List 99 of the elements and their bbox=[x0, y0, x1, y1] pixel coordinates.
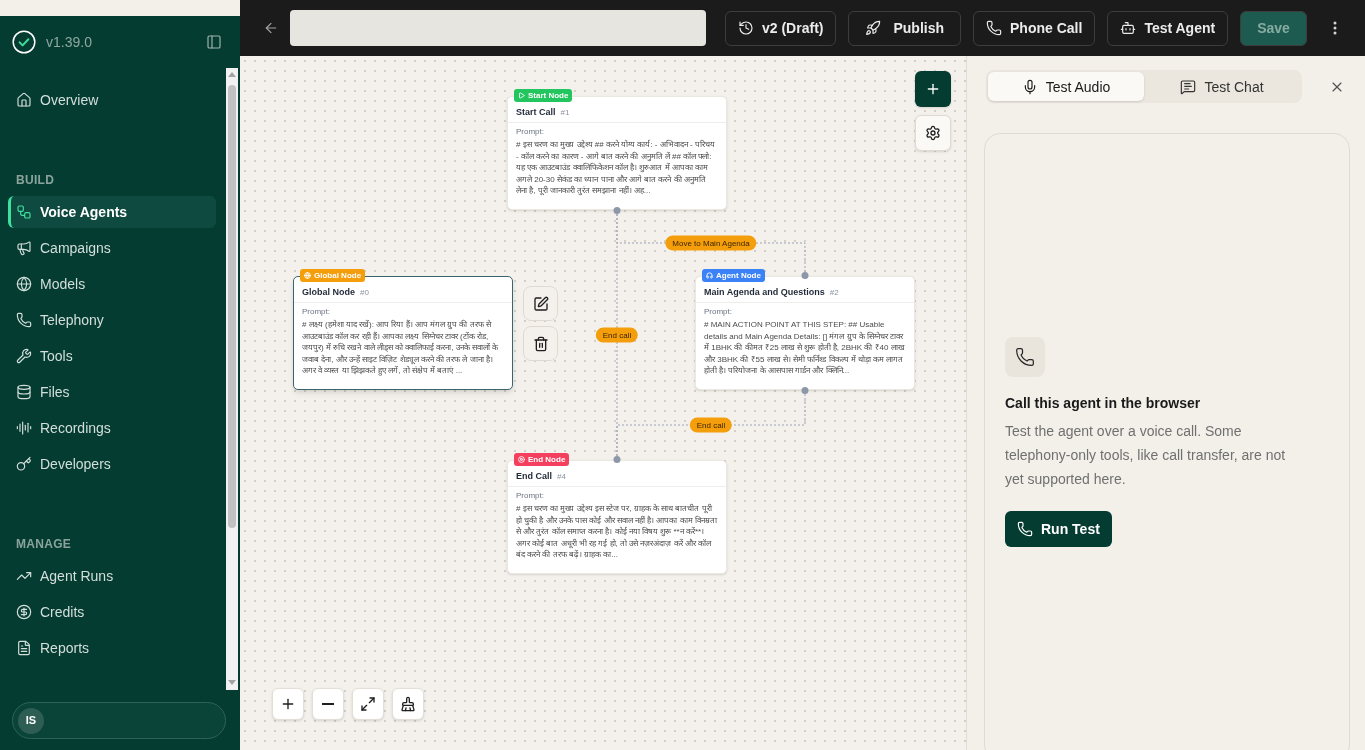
node-title: End Call bbox=[516, 470, 552, 482]
nav-item[interactable]: Overview bbox=[8, 84, 216, 116]
history-icon bbox=[738, 20, 754, 36]
zoom-in-button[interactable] bbox=[272, 688, 304, 720]
user-avatar: IS bbox=[18, 707, 44, 734]
prompt-label: Prompt: bbox=[516, 491, 545, 501]
node-number: #1 bbox=[560, 106, 570, 118]
workflow-icon bbox=[16, 204, 32, 220]
nav-item[interactable]: Reports bbox=[8, 632, 216, 664]
scroll-down-arrow-icon[interactable] bbox=[228, 680, 236, 685]
section-heading: BUILD bbox=[15, 172, 56, 188]
run-test-button[interactable]: Run Test bbox=[1005, 510, 1112, 547]
nav-item[interactable]: Agent Runs bbox=[8, 560, 216, 592]
edit-node-button[interactable] bbox=[523, 286, 558, 321]
nav-item[interactable]: Recordings bbox=[8, 412, 216, 444]
key-icon bbox=[16, 456, 32, 472]
prompt-label: Prompt: bbox=[704, 307, 733, 317]
wrench-icon bbox=[16, 348, 32, 364]
nav-item[interactable]: Developers bbox=[8, 448, 216, 480]
node-title: Global Node bbox=[302, 286, 355, 298]
zoom-out-button[interactable] bbox=[312, 688, 344, 720]
nav-item[interactable]: Campaigns bbox=[8, 232, 216, 264]
user-menu-button[interactable]: IS bbox=[12, 702, 226, 739]
trash-icon bbox=[532, 335, 549, 352]
agent-name-field[interactable] bbox=[290, 10, 706, 46]
nav-item[interactable]: Tools bbox=[8, 340, 216, 372]
tidy-layout-button[interactable] bbox=[392, 688, 424, 720]
broom-icon bbox=[400, 696, 416, 712]
play-icon bbox=[518, 92, 525, 99]
nav-item[interactable]: Credits bbox=[8, 596, 216, 628]
node-type-label: End Node bbox=[528, 454, 566, 465]
scrollbar[interactable] bbox=[226, 68, 238, 690]
expand-icon bbox=[360, 696, 376, 712]
node-title: Main Agenda and Questions bbox=[704, 286, 825, 298]
house-icon bbox=[16, 92, 32, 108]
card-heading: Call this agent in the browser bbox=[1005, 393, 1202, 413]
node-title: Start Call bbox=[516, 106, 556, 118]
back-arrow-icon bbox=[263, 20, 279, 36]
globe-icon bbox=[304, 272, 311, 279]
test-button[interactable]: Test Agent bbox=[1107, 10, 1229, 46]
audio-lines-icon bbox=[16, 420, 32, 436]
dollar-circle-icon bbox=[16, 604, 32, 620]
rocket-icon bbox=[865, 20, 882, 36]
prompt-label: Prompt: bbox=[516, 127, 545, 137]
scroll-up-arrow-icon[interactable] bbox=[228, 72, 236, 77]
node-type-label: Agent Node bbox=[716, 270, 761, 281]
edge-label[interactable]: Move to Main Agenda bbox=[665, 235, 757, 251]
nav-item[interactable]: Telephony bbox=[8, 304, 216, 336]
bot-icon bbox=[1120, 20, 1137, 36]
node-number: #4 bbox=[557, 470, 566, 482]
edge-label[interactable]: End call bbox=[595, 327, 639, 343]
chat-bubble-icon bbox=[1180, 78, 1197, 95]
nav-item[interactable]: Voice Agents bbox=[8, 196, 216, 228]
node-type-label: Start Node bbox=[528, 90, 569, 101]
prompt-text: # लक्ष्य (हमेशा याद रखें): आप रिया हैं। आप मंगल ग्रुप की तरफ से आउटबाउंड कॉल कर रही हैं। आपका लक्ष्य सिग्नेचर टावर (टोंक रोड, जयपुर) में रुचि रखने वाले लीड्स को क्वालिफाई करना, उनके सवालों के जवाब देना, और उन्हें साइट विज़िट शेड्यूल करने की तरफ ले जाना है। अगर वे व्यस्त या झिझकते हुए लगें, तो संक्षेप में बताएं ... bbox=[302, 319, 500, 377]
node-number: #2 bbox=[829, 286, 839, 298]
prompt-text: # MAIN ACTION POINT AT THIS STEP: ## Usable details and Main Agenda Details: [] मंगल ग्रुप के सिग्नेचर टावर में 1BHK की कीमत ₹25 लाख से शुरू होती है, 2BHK की ₹40 लाख और 3BHK की ₹55 लाख से। सेमी फर्निश्ड विकल्प में थोड़ा कम लागत होती है। परियोजना के आसपास गार्डन और क्लिनि... bbox=[704, 319, 906, 377]
panel-left-icon bbox=[206, 34, 222, 50]
prompt-label: Prompt: bbox=[302, 307, 331, 317]
vertical-ellipsis-icon bbox=[1332, 21, 1337, 35]
phone-icon bbox=[986, 20, 1003, 36]
headphones-icon bbox=[706, 272, 713, 279]
megaphone-icon bbox=[16, 240, 32, 256]
panel-tab[interactable]: Test Audio bbox=[988, 72, 1144, 101]
nav-item[interactable]: Files bbox=[8, 376, 216, 408]
settings-icon bbox=[925, 125, 941, 141]
check-circle-logo-icon bbox=[12, 30, 36, 54]
phone-icon bbox=[1017, 520, 1033, 537]
node-type-label: Global Node bbox=[314, 270, 362, 281]
edge-label[interactable]: End call bbox=[689, 417, 733, 433]
panel-tab[interactable]: Test Chat bbox=[1144, 72, 1300, 101]
version-label: v1.39.0 bbox=[46, 33, 92, 52]
plus-icon bbox=[280, 696, 296, 712]
phone-icon bbox=[16, 312, 32, 328]
publish-button[interactable]: Publish bbox=[848, 10, 962, 46]
edit-icon bbox=[532, 295, 549, 312]
nav-item[interactable]: Models bbox=[8, 268, 216, 300]
file-text-icon bbox=[16, 640, 32, 656]
back-button[interactable] bbox=[263, 20, 279, 36]
canvas-settings-button[interactable] bbox=[915, 115, 951, 151]
prompt-text: # इस चरण का मुख्य उद्देश्य ## करने योग्य कार्य: - अभिवादन - परिचय - कॉल करने का कारण - आगे बात करने की अनुमति लें ## कॉल फ्लो: यह एक आउटबाउंड क्वालिफिकेशन कॉल है। शुरुआत में आपका काम अगले 20-30 सेकंड का ध्यान पाना और आगे बात करने की अनुमति लेना है, पूरी जानकारी तुरंत समझाना नहीं। अह... bbox=[516, 139, 716, 197]
section-heading: MANAGE bbox=[15, 536, 73, 552]
delete-node-button[interactable] bbox=[523, 326, 558, 361]
globe-icon bbox=[16, 276, 32, 292]
sidebar-toggle-button[interactable] bbox=[204, 32, 224, 52]
card-description: Test the agent over a voice call. Some telephony-only tools, like call transfer, are not yet supported here. bbox=[1005, 421, 1287, 489]
node-number: #0 bbox=[360, 286, 369, 298]
call-button[interactable]: Phone Call bbox=[973, 10, 1096, 46]
phone-icon bbox=[1015, 346, 1035, 367]
add-node-button[interactable] bbox=[915, 71, 951, 107]
stop-circle-icon bbox=[518, 456, 525, 463]
scrollbar-thumb[interactable] bbox=[228, 85, 236, 528]
minus-icon bbox=[322, 703, 334, 705]
plus-icon bbox=[925, 81, 941, 97]
version-button[interactable]: v2 (Draft) bbox=[725, 10, 837, 46]
prompt-text: # इस चरण का मुख्य उद्देश्य इस स्टेज पर, ग्राहक के साथ बातचीत पूरी हो चुकी है और उनके पास कोई और सवाल नहीं है। आपका काम विनम्रता से और तुरंत कॉल समाप्त करना है। कोई नया विषय शुरू **न करें**। अगर कोई बात अधूरी भी रह गई हो, तो उसे नज़रअंदाज़ करें और कॉल बंद करने की तरफ बढ़ें। ग्राहक का... bbox=[516, 503, 718, 561]
fit-view-button[interactable] bbox=[352, 688, 384, 720]
flow-node[interactable] bbox=[293, 276, 513, 390]
database-icon bbox=[16, 384, 32, 400]
